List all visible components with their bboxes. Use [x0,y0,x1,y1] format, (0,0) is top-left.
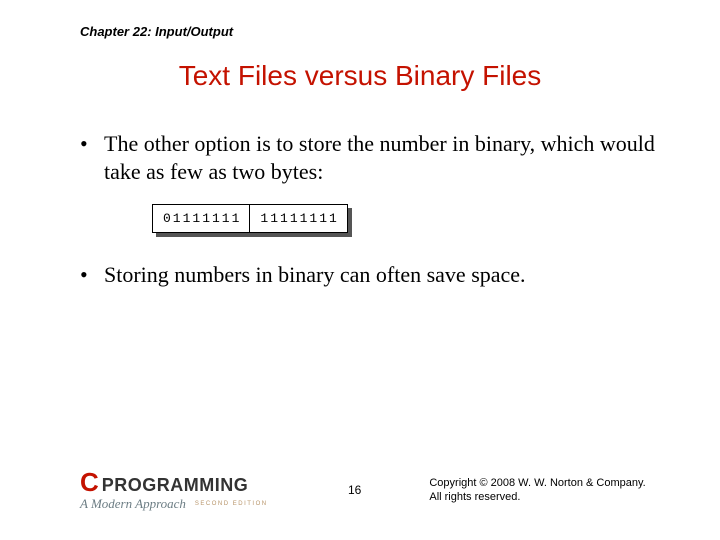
logo-subtitle: A Modern Approach [80,496,186,512]
chapter-label: Chapter 22: Input/Output [80,24,233,39]
copyright-line1: Copyright © 2008 W. W. Norton & Company. [429,476,645,490]
bullet-item: • Storing numbers in binary can often sa… [80,261,660,289]
binary-figure: 01111111 11111111 [152,204,660,233]
bullet-mark: • [80,261,94,289]
book-logo: C PROGRAMMING A Modern Approach SECOND E… [80,467,280,512]
logo-programming-word: PROGRAMMING [102,475,249,496]
bullet-item: • The other option is to store the numbe… [80,130,660,186]
copyright-line2: All rights reserved. [429,490,645,504]
copyright: Copyright © 2008 W. W. Norton & Company.… [429,476,645,504]
logo-edition: SECOND EDITION [192,500,271,508]
bullet-text: Storing numbers in binary can often save… [104,261,526,289]
binary-byte-low: 11111111 [249,205,346,232]
slide-title: Text Files versus Binary Files [0,60,720,92]
bullet-mark: • [80,130,94,186]
slide-content: • The other option is to store the numbe… [80,130,660,305]
page-number: 16 [348,483,361,497]
footer: C PROGRAMMING A Modern Approach SECOND E… [80,467,680,512]
binary-byte-high: 01111111 [153,205,249,232]
logo-c-letter: C [80,467,98,498]
bullet-text: The other option is to store the number … [104,130,660,186]
